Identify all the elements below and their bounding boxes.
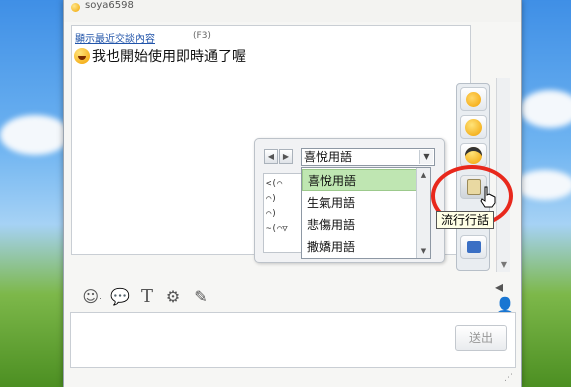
- contact-header: soya6598: [64, 0, 521, 22]
- laughing-face-icon: [74, 48, 90, 64]
- category-dropdown-list: 喜悅用語 生氣用語 悲傷用語 撒嬌用語 ▲ ▼: [301, 167, 431, 259]
- settings-gear-icon[interactable]: ⚙: [163, 286, 183, 306]
- picture-icon: [466, 241, 481, 253]
- chevron-down-icon[interactable]: ▼: [419, 150, 433, 164]
- preview-line: <(⌒: [266, 179, 283, 189]
- category-button-moon[interactable]: [460, 87, 487, 111]
- category-tooltip: 流行行話: [436, 211, 494, 229]
- speech-bubble-icon[interactable]: 💬: [109, 286, 131, 306]
- smile-face-icon: [465, 118, 482, 136]
- send-button[interactable]: 送出: [455, 325, 507, 351]
- preview-line: ~(⌒▽: [266, 224, 288, 234]
- dropdown-option[interactable]: 生氣用語: [302, 192, 418, 214]
- selected-category: 喜悅用語: [304, 150, 353, 164]
- message-input[interactable]: [70, 312, 516, 368]
- preview-line: ⌒): [266, 194, 277, 204]
- category-button-smile[interactable]: [460, 115, 487, 139]
- status-icon: [71, 3, 80, 12]
- resize-grip-icon[interactable]: ⋰: [504, 372, 516, 384]
- dropdown-scrollbar[interactable]: ▲ ▼: [416, 168, 430, 258]
- font-icon[interactable]: T: [137, 286, 157, 307]
- preview-line: ⌒): [266, 209, 277, 219]
- background-cloud: [0, 115, 70, 155]
- contact-profile-icon[interactable]: ◂👤: [495, 277, 517, 315]
- background-cloud: [515, 170, 571, 200]
- sunglasses-face-icon: [465, 146, 482, 164]
- moon-icon: [466, 91, 481, 107]
- dropdown-option[interactable]: 喜悅用語: [302, 169, 418, 191]
- kaomoji-preview[interactable]: <(⌒ ⌒) ⌒) ~(⌒▽: [263, 173, 303, 253]
- dropdown-option[interactable]: 悲傷用語: [302, 214, 418, 236]
- scroll-down-arrow-icon[interactable]: ▼: [417, 244, 430, 258]
- prev-page-button[interactable]: ◀: [264, 149, 278, 164]
- chat-message: 我也開始使用即時通了喔: [74, 46, 246, 66]
- background-cloud: [520, 90, 571, 128]
- contact-name: soya6598: [85, 0, 134, 11]
- dropdown-option[interactable]: 撒嬌用語: [302, 236, 418, 258]
- attachment-icon[interactable]: ✎: [191, 286, 211, 306]
- show-recent-link[interactable]: 顯示最近交談內容: [75, 30, 155, 45]
- shortcut-hint: (F3): [193, 31, 211, 41]
- scroll-down-arrow-icon[interactable]: ▼: [497, 258, 511, 272]
- category-button-cool[interactable]: [460, 143, 487, 167]
- composer-toolbar: ☺. 💬 T ⚙ ✎ ◂👤: [63, 277, 522, 315]
- message-text: 我也開始使用即時通了喔: [92, 49, 246, 65]
- hand-cursor-icon: [480, 186, 496, 208]
- emoticon-menu-icon[interactable]: ☺.: [79, 286, 105, 306]
- scroll-up-arrow-icon[interactable]: ▲: [417, 168, 430, 182]
- category-select[interactable]: 喜悅用語 ▼: [301, 148, 435, 166]
- next-page-button[interactable]: ▶: [279, 149, 293, 164]
- category-button-extra[interactable]: [460, 235, 487, 259]
